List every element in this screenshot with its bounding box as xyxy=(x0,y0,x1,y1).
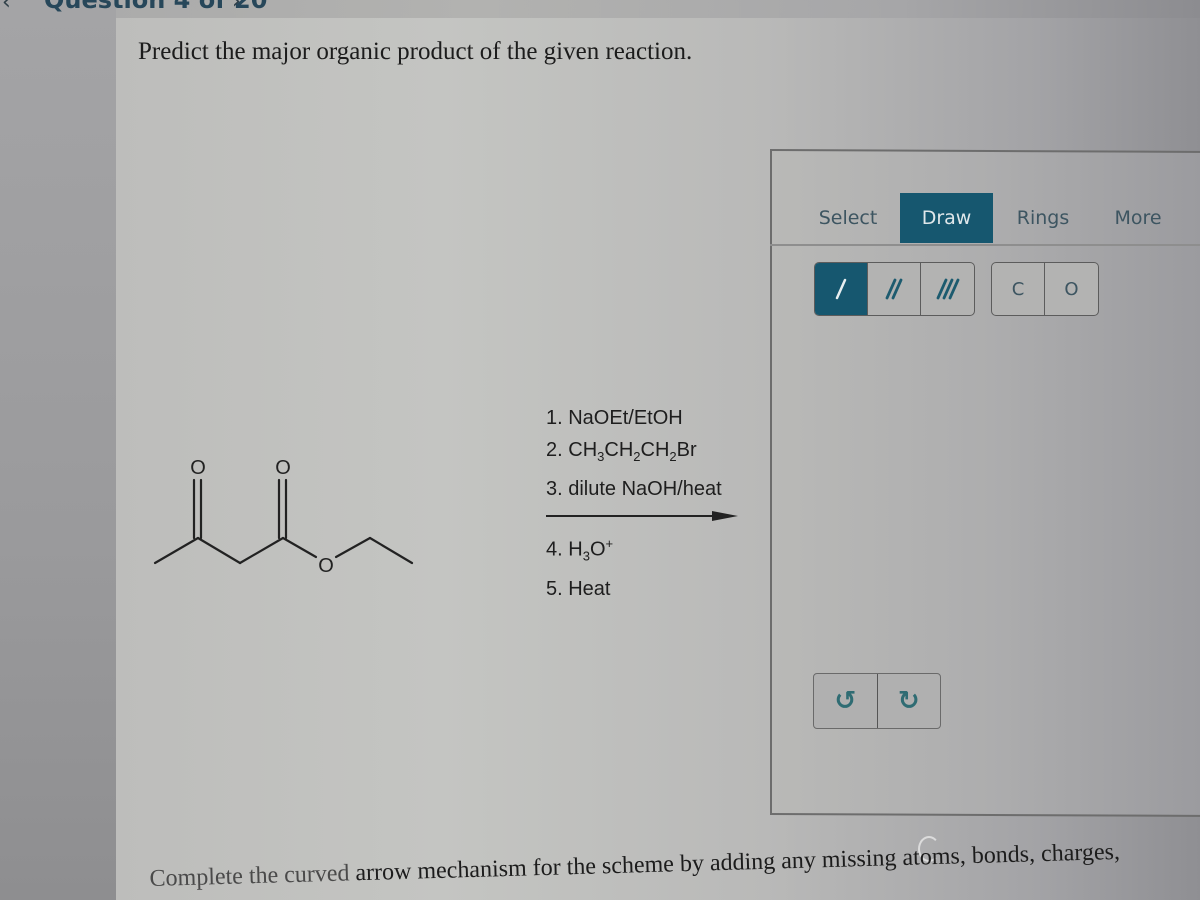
atom-label-oxygen: O xyxy=(275,457,291,479)
tab-more[interactable]: More xyxy=(1093,193,1183,243)
single-bond-icon xyxy=(835,278,847,300)
tab-select[interactable]: Select xyxy=(796,193,900,243)
tab-draw[interactable]: Draw xyxy=(900,193,993,243)
charge-superscript: + xyxy=(605,536,614,551)
formula-part: CH xyxy=(604,439,634,461)
formula-part: Br xyxy=(676,439,697,461)
double-bond-icon xyxy=(885,278,903,300)
reaction-conditions: 1. NaOEt/EtOH 2. CH3CH2CH2Br 3. dilute N… xyxy=(546,402,722,600)
reagent-step-4: 4. H3O+ xyxy=(546,528,766,573)
triple-bond-button[interactable] xyxy=(921,263,974,315)
formula-part: O xyxy=(589,538,606,561)
arrowhead-icon xyxy=(712,511,738,521)
chevron-right-icon[interactable]: › xyxy=(232,0,241,14)
bond xyxy=(153,536,200,565)
bond xyxy=(368,536,414,565)
bond xyxy=(281,536,318,559)
formula-part: H xyxy=(568,538,583,561)
reagent-step-5: 5. Heat xyxy=(546,577,611,600)
question-navigation: ‹ Question 4 of 20 › xyxy=(0,0,1200,18)
bond xyxy=(196,536,242,565)
carbon-atom-button[interactable]: C xyxy=(992,263,1045,315)
bond xyxy=(334,536,372,559)
triple-bond-icon xyxy=(936,278,959,300)
undo-icon: ↺ xyxy=(834,686,857,716)
question-prompt: Predict the major organic product of the… xyxy=(138,38,693,65)
atom-label-oxygen: O xyxy=(190,457,206,479)
bond-tools xyxy=(814,262,975,316)
single-bond-button[interactable] xyxy=(815,263,868,315)
bond xyxy=(238,536,285,565)
double-bond-button[interactable] xyxy=(868,263,921,315)
formula-part: CH xyxy=(640,439,670,461)
reagent-step-2: 2. CH3CH2CH2Br xyxy=(546,434,722,473)
step-number: 4. xyxy=(546,538,569,561)
step-number: 2. xyxy=(546,439,569,461)
history-controls: ↺ ↻ xyxy=(813,673,941,729)
formula-subscript: 2 xyxy=(669,449,677,464)
tabs-divider xyxy=(770,244,1200,246)
formula-subscript: 2 xyxy=(633,449,641,464)
tab-rings[interactable]: Rings xyxy=(993,193,1093,243)
undo-button[interactable]: ↺ xyxy=(814,674,878,728)
atom-label-oxygen: O xyxy=(318,555,334,577)
formula-part: CH xyxy=(568,439,598,461)
reagent-step-3: 3. dilute NaOH/heat xyxy=(546,478,722,500)
reagents-below-arrow: 4. H3O+ 5. Heat xyxy=(546,528,766,605)
atom-tools: C O xyxy=(991,262,1099,316)
reagent-step-1: 1. NaOEt/EtOH xyxy=(546,407,683,429)
left-sidebar xyxy=(0,0,116,900)
reactant-structure: O O O xyxy=(153,457,414,577)
oxygen-atom-button[interactable]: O xyxy=(1045,263,1098,315)
formula-subscript: 3 xyxy=(582,548,590,564)
reaction-arrow xyxy=(546,511,738,521)
redo-button[interactable]: ↻ xyxy=(878,674,941,728)
instruction-text-start: Complete the curved xyxy=(149,860,356,893)
chevron-left-icon[interactable]: ‹ xyxy=(2,0,11,15)
redo-icon: ↻ xyxy=(897,686,920,716)
editor-tabs: Select Draw Rings More xyxy=(796,193,1200,243)
